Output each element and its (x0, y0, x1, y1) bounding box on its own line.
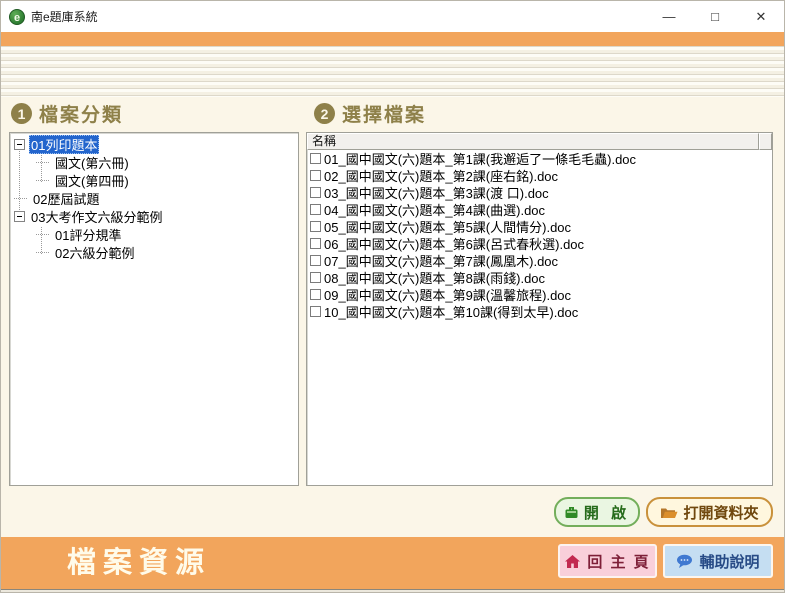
file-row[interactable]: 04_國中國文(六)題本_第4課(曲選).doc (307, 201, 772, 218)
tree-item-label[interactable]: 國文(第六冊) (53, 153, 131, 172)
home-button-label: 回 主 頁 (587, 551, 650, 572)
file-checkbox[interactable] (310, 221, 321, 232)
file-checkbox[interactable] (310, 153, 321, 164)
file-row[interactable]: 03_國中國文(六)題本_第3課(渡 口).doc (307, 184, 772, 201)
file-row[interactable]: 06_國中國文(六)題本_第6課(呂式春秋選).doc (307, 235, 772, 252)
file-checkbox[interactable] (310, 272, 321, 283)
tree-connector-line (36, 226, 49, 235)
tree-item[interactable]: 01評分規準 (10, 225, 298, 243)
minimize-icon[interactable]: — (646, 1, 692, 32)
file-row[interactable]: 09_國中國文(六)題本_第9課(溫馨旅程).doc (307, 286, 772, 303)
header-stripe-band (1, 46, 784, 97)
file-name-label: 10_國中國文(六)題本_第10課(得到太早).doc (324, 302, 578, 321)
open-folder-button[interactable]: 打開資料夾 (646, 497, 773, 527)
tree-item-label[interactable]: 01評分規準 (53, 225, 123, 244)
file-row[interactable]: 02_國中國文(六)題本_第2課(座右銘).doc (307, 167, 772, 184)
speech-bubble-icon (676, 554, 693, 569)
section-title-select-files: 選擇檔案 (342, 100, 426, 127)
tree-expander-icon[interactable] (14, 139, 25, 150)
tree-item[interactable]: 02歷屆試題 (10, 189, 298, 207)
tree-item-label[interactable]: 02歷屆試題 (31, 189, 101, 208)
file-checkbox[interactable] (310, 238, 321, 249)
tree-connector-line (36, 154, 49, 163)
column-header-spacer (759, 133, 772, 150)
tree-connector-line (36, 244, 49, 253)
app-logo-icon: e (9, 9, 25, 25)
help-button[interactable]: 輔助說明 (663, 544, 773, 578)
section-header-select-files: 2 選擇檔案 (314, 100, 426, 127)
maximize-icon[interactable]: □ (692, 1, 738, 32)
tree-guide-line (19, 151, 20, 218)
app-window: e 南e題庫系統 — □ ✕ 1 檔案分類 2 選擇檔案 01列印題本 (0, 0, 785, 593)
file-checkbox[interactable] (310, 170, 321, 181)
open-button-label: 開 啟 (584, 502, 630, 523)
help-button-label: 輔助說明 (699, 551, 759, 572)
section-title-file-category: 檔案分類 (39, 100, 123, 127)
file-row[interactable]: 10_國中國文(六)題本_第10課(得到太早).doc (307, 303, 772, 320)
category-tree-panel: 01列印題本 國文(第六冊) 國文(第四冊) 02歷屆試題 (9, 132, 299, 486)
file-list-panel: 名稱 01_國中國文(六)題本_第1課(我邂逅了一條毛毛蟲).doc 02_國中… (306, 132, 773, 486)
briefcase-icon (564, 505, 579, 520)
open-folder-icon (660, 505, 678, 520)
file-row[interactable]: 08_國中國文(六)題本_第8課(雨錢).doc (307, 269, 772, 286)
file-checkbox[interactable] (310, 187, 321, 198)
file-checkbox[interactable] (310, 306, 321, 317)
section-header-file-category: 1 檔案分類 (11, 100, 123, 127)
column-header-name[interactable]: 名稱 (307, 133, 759, 150)
open-folder-button-label: 打開資料夾 (683, 502, 758, 523)
title-bar: e 南e題庫系統 — □ ✕ (1, 1, 784, 32)
tree-item[interactable]: 03大考作文六級分範例 (10, 207, 298, 225)
tree-item[interactable]: 01列印題本 (10, 135, 298, 153)
window-controls: — □ ✕ (646, 1, 784, 32)
tree-item[interactable]: 02六級分範例 (10, 243, 298, 261)
file-checkbox[interactable] (310, 204, 321, 215)
file-checkbox[interactable] (310, 255, 321, 266)
tree-item[interactable]: 國文(第六冊) (10, 153, 298, 171)
close-icon[interactable]: ✕ (738, 1, 784, 32)
file-row[interactable]: 07_國中國文(六)題本_第7課(鳳凰木).doc (307, 252, 772, 269)
tree-item[interactable]: 國文(第四冊) (10, 171, 298, 189)
open-button[interactable]: 開 啟 (554, 497, 640, 527)
tree-item-label[interactable]: 01列印題本 (29, 135, 99, 154)
home-icon (564, 554, 581, 569)
file-list-header: 名稱 (307, 133, 772, 150)
tree-expander-icon[interactable] (14, 211, 25, 222)
file-rows: 01_國中國文(六)題本_第1課(我邂逅了一條毛毛蟲).doc 02_國中國文(… (307, 150, 772, 485)
tree-item-label[interactable]: 02六級分範例 (53, 243, 136, 262)
tree-item-label[interactable]: 03大考作文六級分範例 (29, 207, 164, 226)
file-checkbox[interactable] (310, 289, 321, 300)
file-row[interactable]: 01_國中國文(六)題本_第1課(我邂逅了一條毛毛蟲).doc (307, 150, 772, 167)
file-row[interactable]: 05_國中國文(六)題本_第5課(人間情分).doc (307, 218, 772, 235)
window-title: 南e題庫系統 (31, 8, 98, 25)
section-number-1-icon: 1 (11, 103, 32, 124)
tree-item-label[interactable]: 國文(第四冊) (53, 171, 131, 190)
section-number-2-icon: 2 (314, 103, 335, 124)
footer-title: 檔案資源 (67, 537, 211, 589)
category-tree: 01列印題本 國文(第六冊) 國文(第四冊) 02歷屆試題 (10, 135, 298, 485)
header-orange-band (1, 32, 784, 46)
tree-connector-line (36, 172, 49, 181)
bottom-edge-strip (1, 589, 784, 593)
home-button[interactable]: 回 主 頁 (558, 544, 657, 578)
tree-connector-line (14, 190, 27, 199)
